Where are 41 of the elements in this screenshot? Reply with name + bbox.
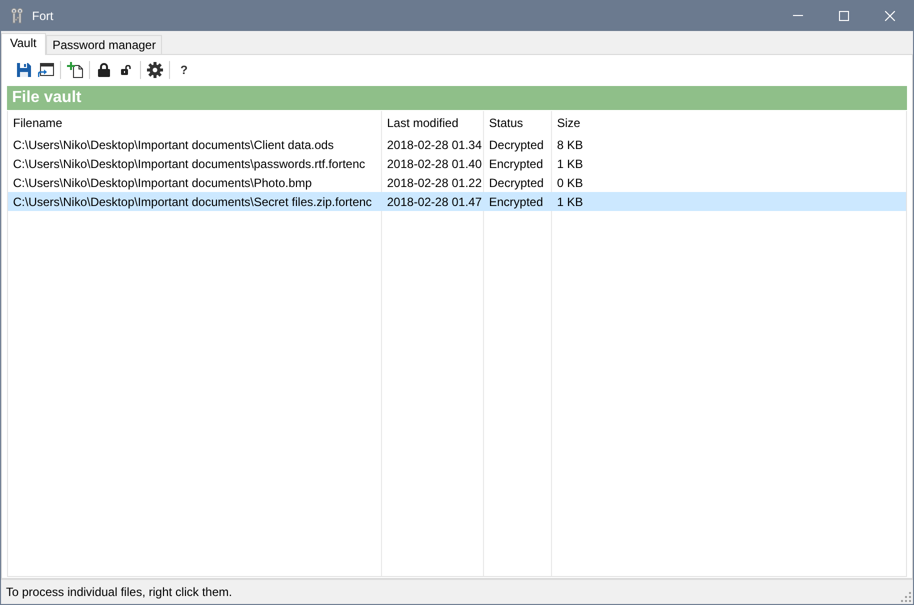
column-header[interactable]: Size <box>552 111 906 135</box>
table-cell-text: 2018-02-28 01.47 <box>386 194 483 210</box>
padlock-icon <box>98 63 110 77</box>
new-file-icon <box>67 62 83 78</box>
table-cell-text: 8 KB <box>556 136 584 154</box>
help-button[interactable]: ? <box>173 59 195 81</box>
status-text: To process individual files, right click them. <box>6 585 232 599</box>
window-title: Fort <box>32 8 54 22</box>
settings-button[interactable] <box>144 59 166 81</box>
close-icon <box>885 10 895 20</box>
table-cell-text: Encrypted <box>488 156 544 172</box>
table-cell-text: 2018-02-28 01.40 <box>386 156 483 172</box>
table-cell-text: 1 KB <box>556 156 584 172</box>
table-cell-text: 1 KB <box>556 194 584 210</box>
table-row[interactable]: C:\Users\Niko\Desktop\Important documents\Client data.ods 2018-02-28 01.34 Decrypted 8 KB <box>8 135 906 154</box>
open-padlock-icon <box>121 65 131 75</box>
tab[interactable]: Vault <box>1 33 46 55</box>
new-file-button[interactable] <box>64 59 86 81</box>
table-cell-text: 2018-02-28 01.34 <box>386 136 483 154</box>
panel-title: File vault <box>7 86 907 110</box>
tab[interactable]: Password manager <box>46 35 162 54</box>
keys-icon <box>10 8 24 24</box>
maximize-icon <box>839 10 849 20</box>
table-cell-text: 0 KB <box>556 174 584 192</box>
column-header[interactable]: Last modified <box>382 111 484 135</box>
gear-icon <box>147 62 163 78</box>
table-row[interactable]: C:\Users\Niko\Desktop\Important documents\Secret files.zip.fortenc 2018-02-28 01.47 Encrypted 1 KB <box>8 192 906 211</box>
table-cell-text: C:\Users\Niko\Desktop\Important documents\Photo.bmp <box>12 174 313 192</box>
table-row[interactable]: C:\Users\Niko\Desktop\Important documents\Photo.bmp 2018-02-28 01.22 Decrypted 0 KB <box>8 173 906 192</box>
column-header[interactable]: Filename <box>8 111 382 135</box>
table-cell-text: Encrypted <box>488 194 544 210</box>
table-row[interactable]: C:\Users\Niko\Desktop\Important documents\passwords.rtf.fortenc 2018-02-28 01.40 Encrypted 1 KB <box>8 154 906 173</box>
table-cell-text: Decrypted <box>488 174 545 192</box>
resize-grip-icon[interactable] <box>901 592 911 602</box>
table-cell-text: C:\Users\Niko\Desktop\Important documents\passwords.rtf.fortenc <box>12 156 366 172</box>
table-cell-text: 2018-02-28 01.22 <box>386 174 483 192</box>
minimize-icon <box>793 15 803 16</box>
table-cell-text: C:\Users\Niko\Desktop\Important documents\Secret files.zip.fortenc <box>12 194 373 210</box>
table-cell-text: C:\Users\Niko\Desktop\Important documents\Client data.ods <box>12 136 335 154</box>
column-header[interactable]: Status <box>484 111 552 135</box>
table-cell-text: Decrypted <box>488 136 545 154</box>
